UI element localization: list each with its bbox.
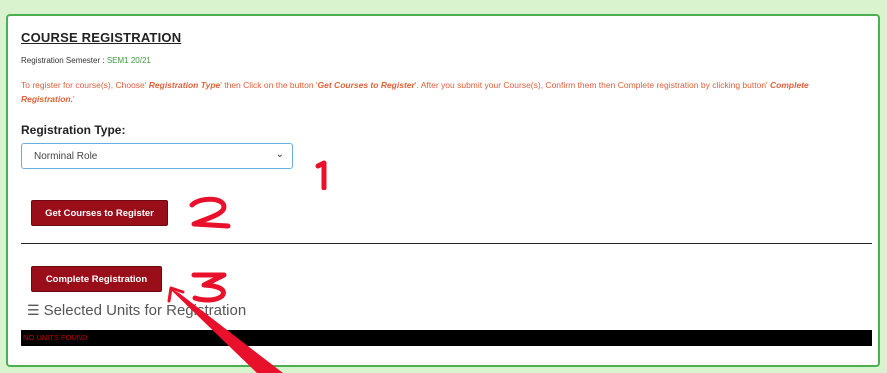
registration-semester: Registration Semester : SEM1 20/21	[21, 56, 151, 65]
complete-registration-button[interactable]: Complete Registration	[31, 266, 162, 292]
annotation-step-2	[189, 196, 231, 229]
registration-type-value: Norminal Role	[34, 151, 98, 162]
no-units-banner: NO UNITS FOUND	[21, 330, 872, 346]
list-icon: ☰	[27, 302, 40, 318]
registration-type-select[interactable]: Norminal Role ⌄	[21, 143, 293, 169]
annotation-arrow	[167, 286, 283, 373]
semester-label: Registration Semester :	[21, 56, 105, 65]
instruction-text-3: '. After you submit your Course(s), Conf…	[414, 80, 771, 90]
divider	[21, 243, 872, 244]
instruction-text-4: '	[72, 94, 75, 104]
chevron-down-icon: ⌄	[275, 149, 284, 160]
registration-instructions: To register for course(s), Choose' Regis…	[21, 78, 861, 106]
get-courses-button[interactable]: Get Courses to Register	[31, 200, 168, 226]
instruction-emphasis-get-courses: Get Courses to Register	[317, 80, 415, 90]
annotation-step-1	[315, 160, 327, 190]
instruction-text-1: To register for course(s), Choose'	[21, 80, 149, 90]
semester-value: SEM1 20/21	[106, 56, 151, 65]
page-title: COURSE REGISTRATION	[21, 30, 182, 45]
registration-type-label: Registration Type:	[21, 123, 126, 137]
instruction-text-2: ' then Click on the button '	[220, 80, 318, 90]
instruction-emphasis-registration-type: Registration Type	[148, 80, 221, 90]
